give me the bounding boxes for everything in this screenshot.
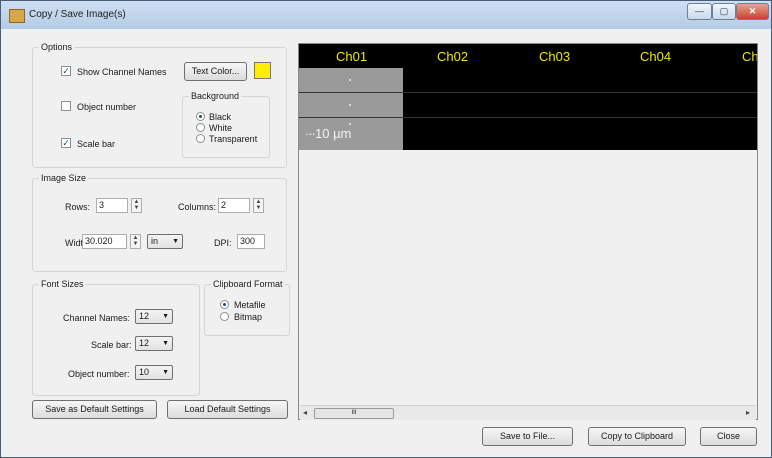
scroll-left-icon[interactable]: ◂ — [303, 408, 307, 417]
object-number-checkbox[interactable] — [61, 101, 71, 111]
clipboard-bitmap-label: Bitmap — [234, 312, 263, 322]
background-transparent-label: Transparent — [209, 134, 258, 144]
image-size-group-label: Image Size — [39, 173, 89, 183]
close-button[interactable]: Close — [700, 427, 757, 446]
close-window-button[interactable]: ✕ — [736, 3, 769, 20]
app-icon — [9, 9, 25, 23]
save-default-settings-button[interactable]: Save as Default Settings — [32, 400, 157, 419]
copy-to-clipboard-button[interactable]: Copy to Clipboard — [588, 427, 686, 446]
chevron-down-icon: ▼ — [172, 238, 179, 245]
scale-bar-checkbox[interactable]: ✓ — [61, 138, 71, 148]
clipboard-format-group-label: Clipboard Format — [211, 279, 285, 289]
channel-label-ch03: Ch03 — [539, 49, 571, 64]
background-black-label: Black — [209, 112, 232, 122]
copy-save-dialog: Copy / Save Image(s) — ▢ ✕ Options ✓ Sho… — [0, 0, 772, 458]
save-to-file-button[interactable]: Save to File... — [482, 427, 573, 446]
scale-bar-label-preview: ···10 µm — [305, 126, 352, 141]
image-preview-panel[interactable]: Ch01 Ch02 Ch03 Ch04 Ch ···10 µm ◂ III ▸ — [298, 43, 758, 420]
scale-bar-size-dropdown[interactable]: 12 ▼ — [135, 336, 173, 351]
unit-dropdown[interactable]: in ▼ — [147, 234, 183, 249]
chevron-down-icon: ▼ — [162, 340, 169, 347]
scroll-right-icon[interactable]: ▸ — [746, 408, 750, 417]
load-default-settings-button[interactable]: Load Default Settings — [167, 400, 288, 419]
image-cell — [299, 93, 403, 117]
clipboard-format-group: Clipboard Format — [204, 279, 290, 336]
unit-value: in — [151, 236, 159, 246]
channel-label-ch01: Ch01 — [336, 49, 368, 64]
horizontal-scrollbar[interactable]: ◂ III ▸ — [300, 405, 756, 420]
scale-bar-label: Scale bar — [77, 139, 116, 149]
scrollbar-thumb[interactable]: III — [314, 408, 394, 419]
channel-names-size-dropdown[interactable]: 12 ▼ — [135, 309, 173, 324]
rows-spinner[interactable]: ▲ ▼ — [131, 198, 142, 213]
scale-bar-size-value: 12 — [139, 338, 150, 348]
channel-label-ch04: Ch04 — [640, 49, 672, 64]
object-number-size-dropdown[interactable]: 10 ▼ — [135, 365, 173, 380]
channel-label-ch05: Ch — [742, 49, 757, 64]
object-number-size-label: Object number: — [68, 369, 130, 379]
object-number-label: Object number — [77, 102, 137, 112]
text-color-button[interactable]: Text Color... — [184, 62, 247, 81]
channel-names-size-value: 12 — [139, 311, 150, 321]
rows-input[interactable]: 3 — [96, 198, 128, 213]
background-white-label: White — [209, 123, 233, 133]
show-channel-names-label: Show Channel Names — [77, 67, 167, 77]
title-bar[interactable]: Copy / Save Image(s) — ▢ ✕ — [1, 1, 771, 29]
dpi-label: DPI: — [214, 238, 232, 248]
object-number-size-value: 10 — [139, 367, 150, 377]
background-white-radio[interactable] — [196, 123, 205, 132]
width-input[interactable]: 30.020 — [82, 234, 127, 249]
window-title: Copy / Save Image(s) — [29, 9, 126, 20]
columns-input[interactable]: 2 — [218, 198, 250, 213]
chevron-down-icon: ▼ — [162, 369, 169, 376]
rows-label: Rows: — [65, 202, 91, 212]
clipboard-metafile-radio[interactable] — [220, 300, 229, 309]
channel-grid: Ch01 Ch02 Ch03 Ch04 Ch ···10 µm — [299, 44, 757, 150]
clipboard-metafile-label: Metafile — [234, 300, 266, 310]
image-cell — [299, 68, 403, 92]
scale-bar-size-label: Scale bar: — [91, 340, 132, 350]
maximize-button[interactable]: ▢ — [712, 3, 736, 20]
channel-names-size-label: Channel Names: — [63, 313, 131, 323]
width-spinner[interactable]: ▲ ▼ — [130, 234, 141, 249]
options-group-label: Options — [39, 42, 75, 52]
background-black-radio[interactable] — [196, 112, 205, 121]
columns-spinner[interactable]: ▲ ▼ — [253, 198, 264, 213]
font-sizes-group-label: Font Sizes — [39, 279, 86, 289]
channel-label-ch02: Ch02 — [437, 49, 469, 64]
dpi-input[interactable]: 300 — [237, 234, 265, 249]
text-color-swatch[interactable] — [254, 62, 271, 79]
columns-label: Columns: — [178, 202, 217, 212]
minimize-button[interactable]: — — [687, 3, 712, 20]
show-channel-names-checkbox[interactable]: ✓ — [61, 66, 71, 76]
image-size-group: Image Size — [32, 173, 287, 272]
background-transparent-radio[interactable] — [196, 134, 205, 143]
clipboard-bitmap-radio[interactable] — [220, 312, 229, 321]
chevron-down-icon: ▼ — [162, 313, 169, 320]
background-group-label: Background — [189, 91, 242, 101]
